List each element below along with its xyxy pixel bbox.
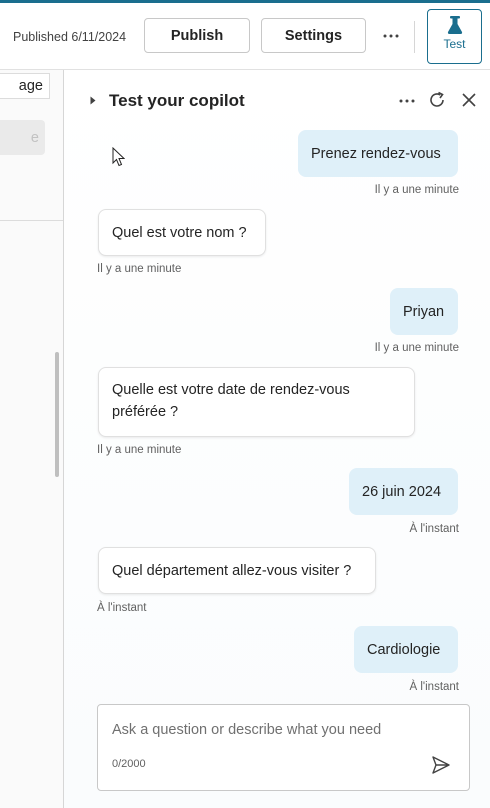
published-status: Published 6/11/2024 — [13, 30, 127, 44]
more-options-button[interactable] — [380, 25, 402, 47]
character-count: 0/2000 — [112, 758, 146, 770]
flask-icon — [447, 16, 462, 34]
test-copilot-panel: Test your copilot Prenez rendez-vous Il … — [64, 70, 490, 808]
caret-right-icon[interactable] — [90, 96, 96, 105]
settings-button[interactable]: Settings — [261, 18, 366, 53]
message-timestamp: Il y a une minute — [374, 184, 459, 196]
publish-button[interactable]: Publish — [144, 18, 250, 53]
panel-more-button[interactable] — [397, 91, 417, 111]
user-message: Cardiologie — [354, 626, 458, 673]
mouse-cursor-icon — [112, 147, 125, 167]
more-horizontal-icon — [383, 34, 399, 38]
disabled-button[interactable]: e — [0, 120, 45, 155]
refresh-icon[interactable] — [427, 90, 447, 110]
left-pane-scrollbar[interactable] — [55, 352, 59, 477]
composer-placeholder[interactable]: Ask a question or describe what you need — [112, 722, 381, 738]
test-button-label: Test — [443, 37, 466, 51]
panel-title: Test your copilot — [109, 91, 245, 110]
user-message: Priyan — [390, 288, 458, 335]
message-timestamp: Il y a une minute — [97, 444, 182, 456]
send-icon[interactable] — [431, 755, 451, 775]
toolbar-divider — [414, 21, 415, 53]
more-horizontal-icon — [399, 99, 415, 103]
left-pane: age e — [0, 70, 63, 808]
user-message: Prenez rendez-vous — [298, 130, 458, 177]
bot-message: Quelle est votre date de rendez-vous pré… — [98, 367, 415, 437]
user-message: 26 juin 2024 — [349, 468, 458, 515]
top-toolbar: Published 6/11/2024 Publish Settings Tes… — [0, 3, 490, 70]
message-timestamp: À l'instant — [409, 681, 460, 693]
message-timestamp: À l'instant — [409, 523, 460, 535]
page-name-input[interactable]: age — [0, 73, 50, 99]
bot-message: Quel est votre nom ? — [98, 209, 266, 256]
chat-composer[interactable]: Ask a question or describe what you need… — [97, 704, 470, 791]
message-timestamp: À l'instant — [97, 602, 147, 614]
message-timestamp: Il y a une minute — [97, 263, 182, 275]
left-pane-divider — [0, 220, 63, 221]
close-icon[interactable] — [460, 91, 478, 109]
message-timestamp: Il y a une minute — [374, 342, 459, 354]
test-button[interactable]: Test — [427, 9, 482, 64]
bot-message: Quel département allez-vous visiter ? — [98, 547, 376, 594]
